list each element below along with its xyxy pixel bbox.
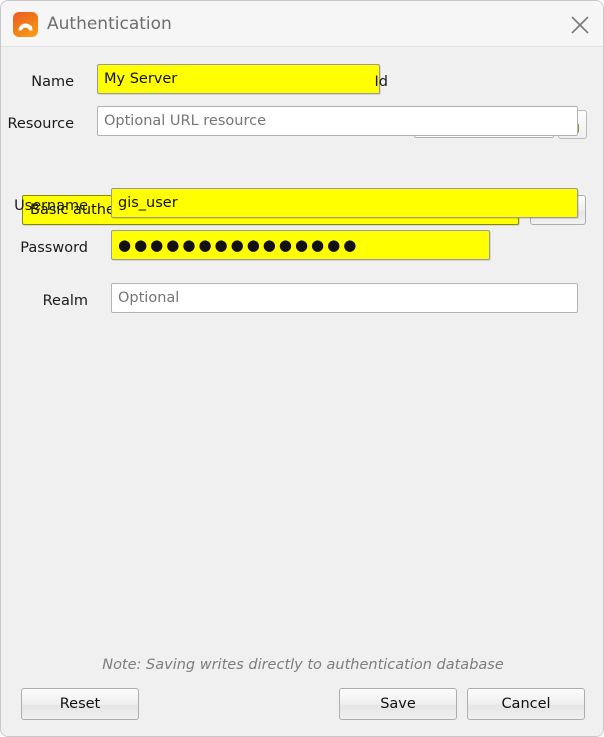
qgis-auth-icon <box>13 12 38 37</box>
username-input[interactable] <box>111 188 578 218</box>
password-label: Password <box>20 240 88 256</box>
resource-input[interactable] <box>97 106 578 136</box>
password-input[interactable]: ●●●●●●●●●●●●●●● <box>111 230 490 260</box>
reset-button[interactable]: Reset <box>21 688 139 720</box>
authentication-dialog: Authentication Name Id Resource Basic au… <box>0 0 604 737</box>
save-button[interactable]: Save <box>339 688 457 720</box>
resource-label: Resource <box>7 116 75 132</box>
realm-label: Realm <box>42 293 88 309</box>
name-input[interactable] <box>97 64 380 94</box>
title-bar: Authentication <box>1 1 603 47</box>
username-label: Username <box>14 198 88 214</box>
realm-input[interactable] <box>111 283 578 313</box>
name-label: Name <box>31 74 74 90</box>
dialog-body: Name Id Resource Basic authentication Cl… <box>2 47 603 736</box>
save-note: Note: Saving writes directly to authenti… <box>102 657 504 673</box>
id-label: Id <box>374 74 388 90</box>
close-icon[interactable] <box>565 10 595 40</box>
window-title: Authentication <box>47 14 172 34</box>
cancel-button[interactable]: Cancel <box>467 688 585 720</box>
